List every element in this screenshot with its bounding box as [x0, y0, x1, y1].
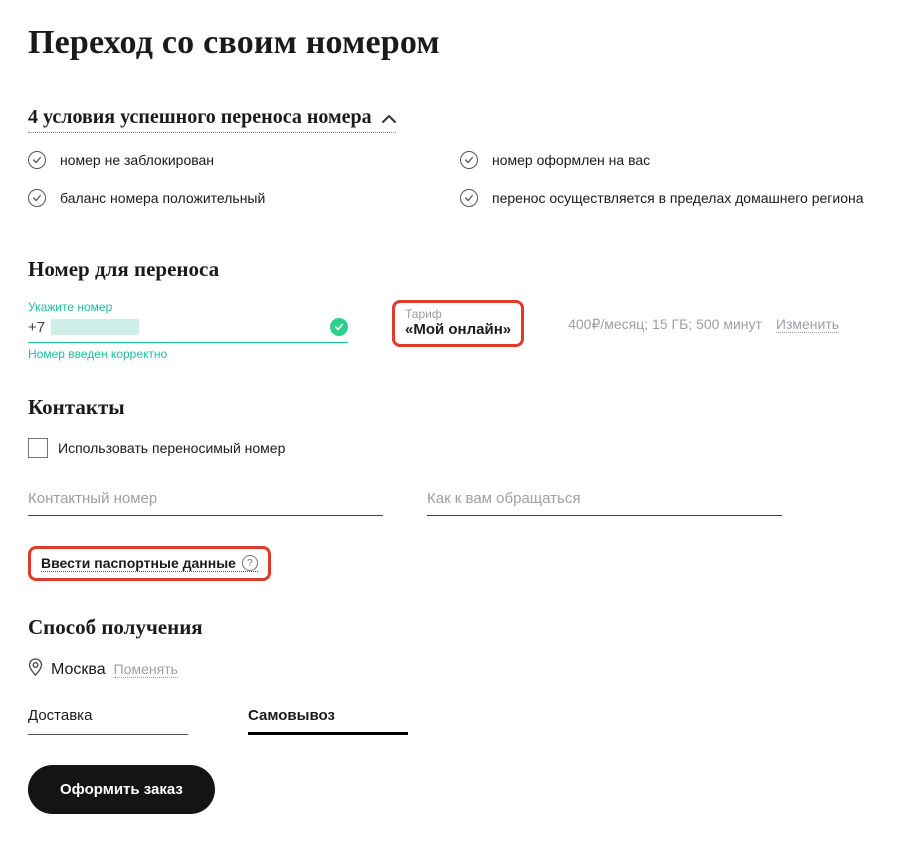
delivery-tabs: Доставка Самовывоз — [28, 707, 872, 735]
chevron-up-icon — [382, 106, 396, 129]
phone-prefix: +7 — [28, 319, 45, 336]
condition-text: номер не заблокирован — [60, 152, 214, 168]
number-section-title: Номер для переноса — [28, 257, 872, 282]
city-change-link[interactable]: Поменять — [114, 661, 178, 678]
conditions-header-text: 4 условия успешного переноса номера — [28, 106, 372, 129]
page-title: Переход со своим номером — [28, 24, 872, 62]
passport-highlight: Ввести паспортные данные ? — [28, 546, 271, 581]
phone-number-field[interactable]: Укажите номер +7 Номер введен корректно — [28, 300, 348, 361]
passport-data-link[interactable]: Ввести паспортные данные ? — [41, 555, 258, 572]
delivery-title: Способ получения — [28, 615, 872, 640]
pin-icon — [28, 658, 43, 681]
passport-link-text: Ввести паспортные данные — [41, 555, 236, 571]
condition-item: баланс номера положительный — [28, 189, 440, 207]
contact-name-input[interactable] — [427, 484, 782, 516]
contacts-title: Контакты — [28, 395, 872, 420]
condition-item: перенос осуществляется в пределах домашн… — [460, 189, 872, 207]
tariff-label: Тариф — [405, 307, 511, 321]
condition-item: номер оформлен на вас — [460, 151, 872, 169]
phone-number-masked — [51, 319, 139, 335]
check-circle-icon — [460, 151, 478, 169]
submit-order-button[interactable]: Оформить заказ — [28, 765, 215, 814]
conditions-list: номер не заблокирован номер оформлен на … — [28, 151, 872, 207]
condition-item: номер не заблокирован — [28, 151, 440, 169]
check-circle-icon — [28, 189, 46, 207]
check-circle-icon — [28, 151, 46, 169]
condition-text: номер оформлен на вас — [492, 152, 650, 168]
condition-text: перенос осуществляется в пределах домашн… — [492, 190, 864, 206]
help-icon[interactable]: ? — [242, 555, 258, 571]
tariff-change-link[interactable]: Изменить — [776, 316, 839, 333]
tariff-name: «Мой онлайн» — [405, 321, 511, 338]
check-valid-icon — [330, 318, 348, 336]
use-ported-number-label: Использовать переносимый номер — [58, 440, 285, 456]
use-ported-number-checkbox[interactable] — [28, 438, 48, 458]
tariff-highlight: Тариф «Мой онлайн» — [392, 300, 524, 347]
conditions-toggle[interactable]: 4 условия успешного переноса номера — [28, 106, 396, 133]
tariff-details: 400₽/месяц; 15 ГБ; 500 минут — [568, 316, 762, 333]
city-name: Москва — [51, 661, 106, 679]
check-circle-icon — [460, 189, 478, 207]
tab-pickup[interactable]: Самовывоз — [248, 707, 408, 735]
condition-text: баланс номера положительный — [60, 190, 265, 206]
phone-field-label: Укажите номер — [28, 300, 348, 314]
contact-phone-input[interactable] — [28, 484, 383, 516]
tab-delivery[interactable]: Доставка — [28, 707, 188, 735]
phone-valid-message: Номер введен корректно — [28, 347, 348, 361]
